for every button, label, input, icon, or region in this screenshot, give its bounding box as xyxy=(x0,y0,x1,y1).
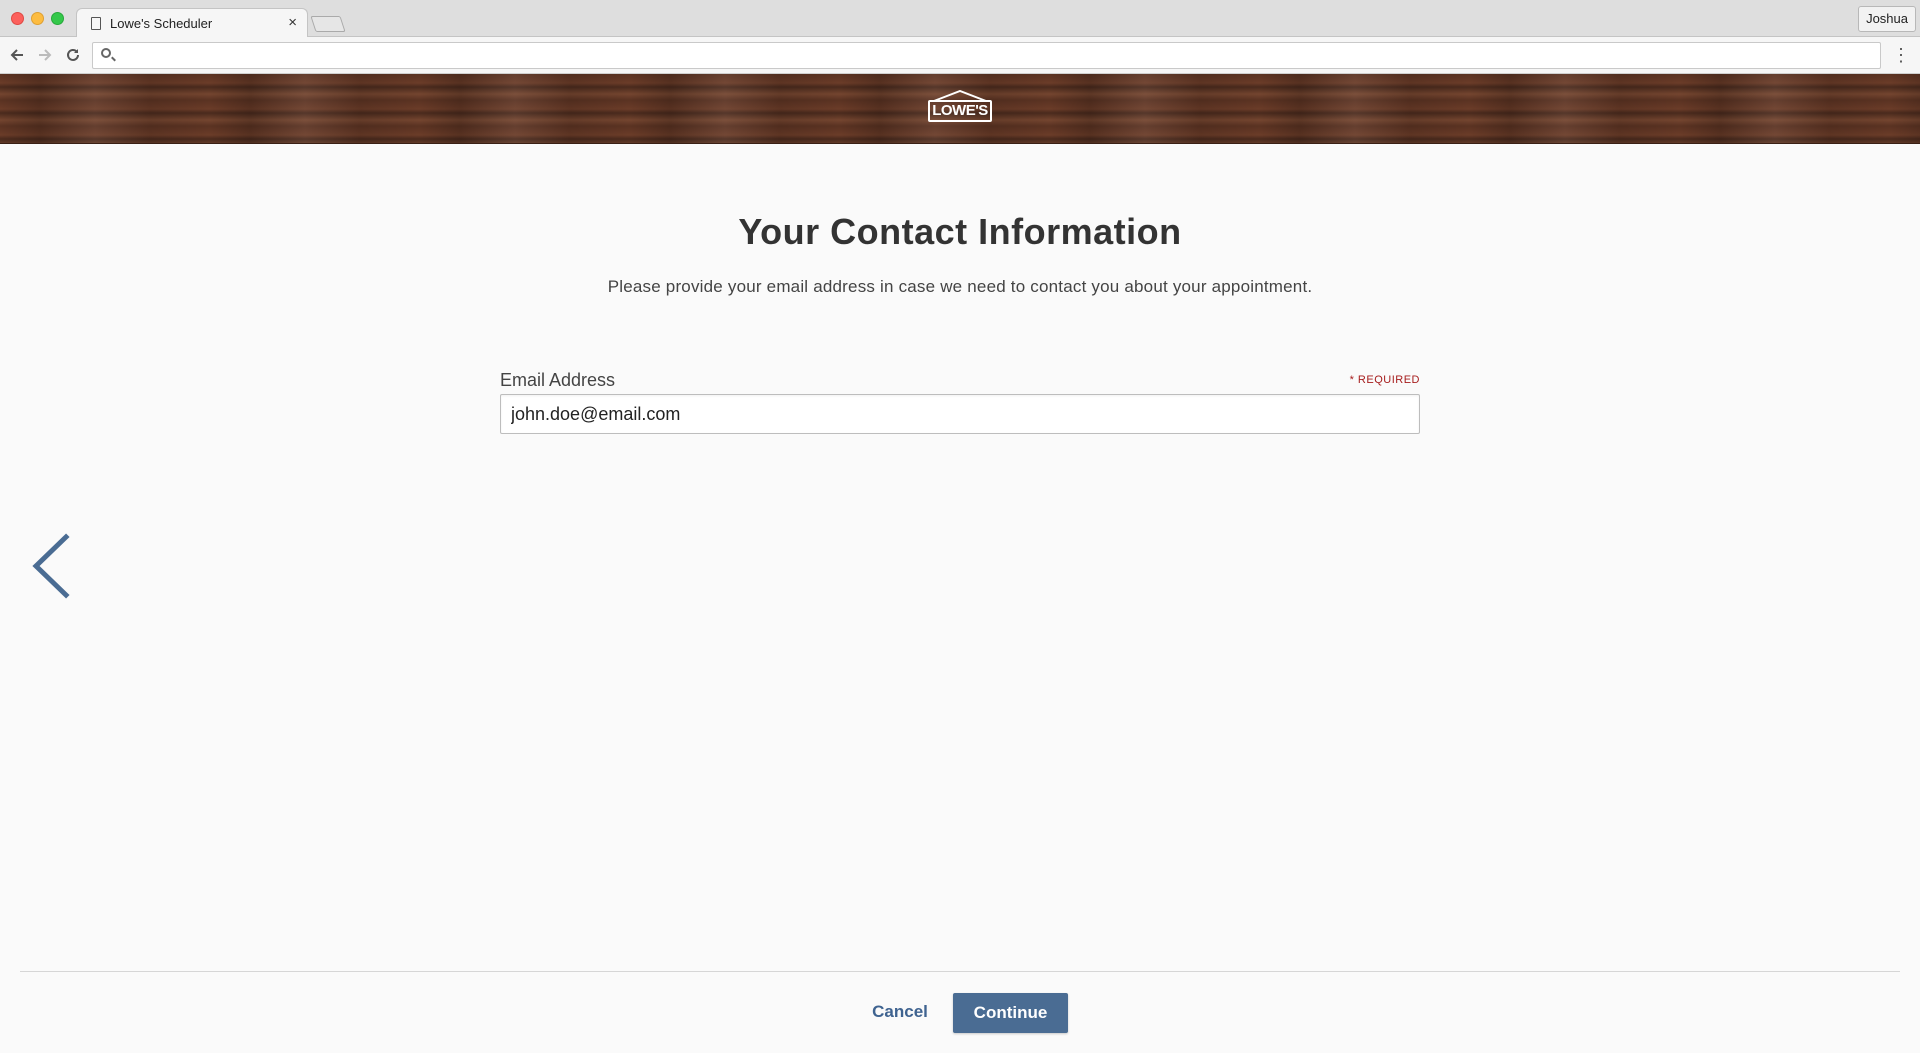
email-field[interactable] xyxy=(500,394,1420,434)
email-label: Email Address xyxy=(500,370,616,390)
site-header: LOWE'S xyxy=(0,74,1920,144)
page-title: Your Contact Information xyxy=(738,211,1182,252)
search-icon xyxy=(101,48,111,58)
page-icon xyxy=(91,17,101,30)
forward-icon[interactable] xyxy=(33,43,57,67)
lowes-logo: LOWE'S xyxy=(928,90,992,122)
tab-close-icon[interactable]: × xyxy=(288,14,297,31)
profile-button[interactable]: Joshua xyxy=(1858,6,1916,32)
continue-button[interactable]: Continue xyxy=(953,993,1068,1033)
maximize-window-button[interactable] xyxy=(51,12,64,25)
browser-tab-bar: Lowe's Scheduler × Joshua xyxy=(0,0,1920,38)
browser-menu-icon[interactable]: ⋮ xyxy=(1892,45,1910,65)
close-window-button[interactable] xyxy=(11,12,24,25)
back-icon[interactable] xyxy=(5,43,29,67)
minimize-window-button[interactable] xyxy=(31,12,44,25)
back-arrow-button[interactable] xyxy=(28,533,72,599)
page-subtitle: Please provide your email address in cas… xyxy=(607,277,1313,296)
browser-toolbar: ⋮ xyxy=(0,37,1920,74)
required-indicator: * REQUIRED xyxy=(1349,374,1420,386)
footer-divider xyxy=(20,971,1900,972)
chevron-left-icon xyxy=(32,533,70,599)
tab-title: Lowe's Scheduler xyxy=(110,16,213,31)
new-tab-button[interactable] xyxy=(310,16,346,32)
cancel-button[interactable]: Cancel xyxy=(860,993,940,1031)
logo-text: LOWE'S xyxy=(928,100,992,122)
browser-tab[interactable]: Lowe's Scheduler × xyxy=(76,8,308,38)
reload-icon[interactable] xyxy=(61,43,85,67)
address-bar[interactable] xyxy=(92,42,1881,69)
